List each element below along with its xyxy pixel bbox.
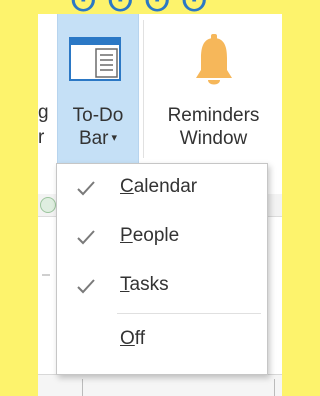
menu-item-off[interactable]: Off	[57, 318, 267, 362]
column-divider	[274, 379, 275, 396]
checkmark-icon	[77, 181, 95, 196]
content-divider	[42, 274, 50, 276]
menu-item-tasks[interactable]: Tasks	[57, 264, 267, 308]
todo-bar-button[interactable]: To-Do Bar ▾	[57, 14, 139, 164]
reminders-label-line2: Window	[179, 128, 248, 149]
menu-separator	[117, 313, 261, 314]
menu-item-label: People	[120, 225, 180, 246]
todo-bar-label-line1: To-Do	[72, 105, 124, 126]
top-strip: ⵙ ⵙ ⵙ ⵙ	[0, 0, 282, 14]
todo-bar-label-line2: Bar ▾	[58, 128, 138, 150]
left-highlight-bar	[0, 14, 38, 395]
ribbon-separator	[143, 20, 144, 158]
column-divider	[82, 379, 83, 396]
checkmark-icon	[77, 230, 95, 245]
menu-item-calendar[interactable]: Calendar	[57, 166, 267, 210]
menu-item-label: Tasks	[120, 274, 169, 295]
todo-bar-icon	[69, 37, 121, 81]
checkmark-icon	[77, 279, 95, 294]
partial-button-label-line2: r	[38, 127, 45, 148]
status-circle-icon	[40, 197, 56, 213]
reminders-window-button[interactable]: Reminders Window	[145, 14, 282, 164]
content-bottom-row	[38, 374, 282, 396]
reminders-label-line1: Reminders	[167, 105, 260, 126]
dropdown-caret-icon: ▾	[111, 132, 118, 144]
menu-item-people[interactable]: People	[57, 215, 267, 259]
partial-ribbon-button[interactable]: g r	[38, 14, 57, 164]
menu-item-label: Off	[120, 328, 145, 349]
bell-icon	[196, 34, 232, 85]
cropped-text-fragment: ⵙ ⵙ ⵙ ⵙ	[70, 0, 209, 14]
todo-bar-label-text: Bar	[78, 128, 109, 149]
ribbon-group: g r To-Do Bar ▾ Reminders Window	[38, 14, 282, 165]
todo-bar-dropdown-menu: Calendar People Tasks Off	[56, 163, 268, 375]
menu-item-label: Calendar	[120, 176, 198, 197]
partial-button-label-line1: g	[38, 102, 49, 123]
